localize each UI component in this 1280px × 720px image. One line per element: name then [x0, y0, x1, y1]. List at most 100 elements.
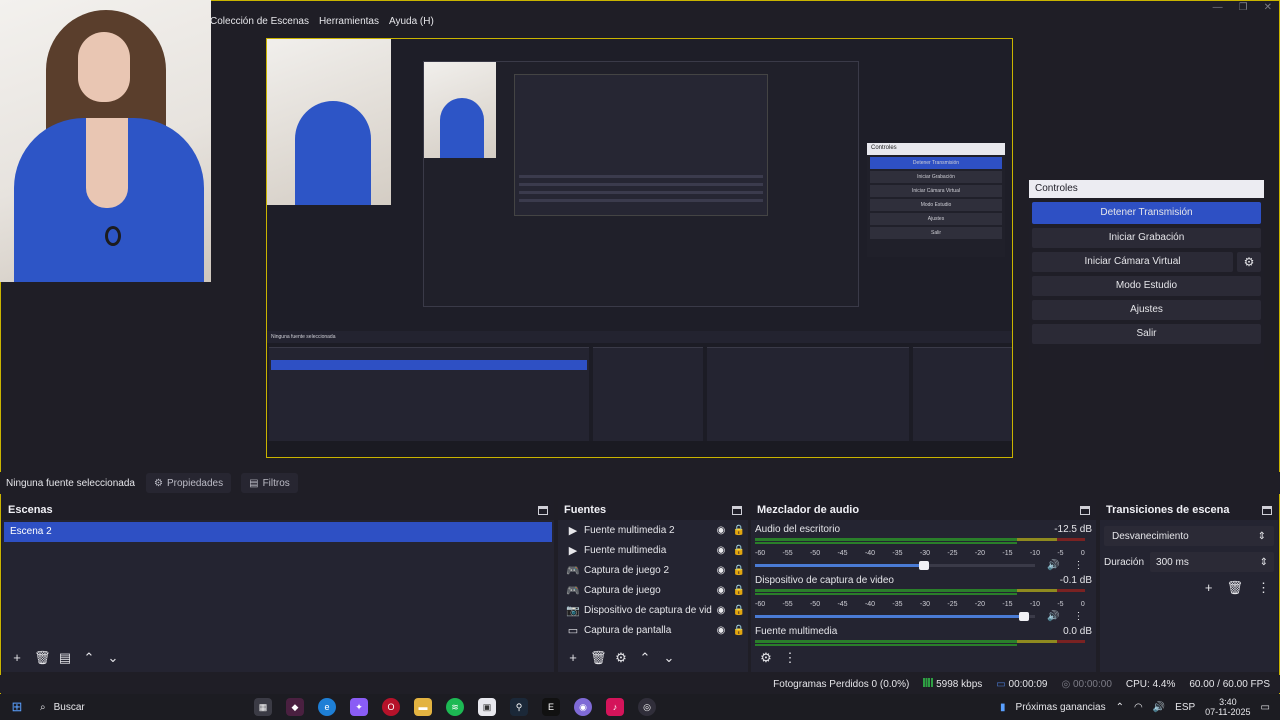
folder-icon[interactable]: ▬ [414, 698, 432, 716]
chevron-up-icon[interactable]: ⌃ [1116, 702, 1124, 713]
app-icon[interactable]: ◆ [286, 698, 304, 716]
transition-select[interactable]: Desvanecimiento ⇕ [1104, 526, 1274, 546]
obs-icon[interactable]: ◎ [638, 698, 656, 716]
source-item[interactable]: 🎮 Captura de juego ◉ 🔒 [558, 580, 748, 600]
eye-icon[interactable]: ◉ [712, 585, 730, 596]
lock-icon[interactable]: 🔒 [730, 605, 748, 616]
kebab-icon[interactable]: ⋮ [1073, 560, 1083, 571]
copilot-icon[interactable]: ✦ [350, 698, 368, 716]
chevron-down-icon[interactable]: ⌄ [662, 651, 676, 665]
source-item[interactable]: ▶ Fuente multimedia 2 ◉ 🔒 [558, 520, 748, 540]
start-recording-button[interactable]: Iniciar Grabación [1032, 228, 1261, 248]
channel-db: -0.1 dB [1059, 575, 1092, 586]
gear-icon[interactable]: ⚙ [1237, 252, 1261, 272]
lang-indicator[interactable]: ESP [1175, 702, 1195, 713]
speaker-icon[interactable]: 🔊 [1047, 611, 1059, 622]
undock-icon[interactable] [538, 505, 548, 515]
trash-icon[interactable]: 🗑 [34, 651, 51, 665]
stop-stream-button[interactable]: Detener Transmisión [1032, 202, 1261, 224]
kebab-icon[interactable]: ⋮ [1257, 580, 1270, 596]
eye-icon[interactable]: ◉ [712, 605, 730, 616]
fader-thumb[interactable] [1019, 611, 1030, 621]
windows-start-icon[interactable]: ⊞ [0, 699, 34, 715]
preview-canvas[interactable]: Controles Detener Transmisión Iniciar Gr… [266, 38, 1013, 458]
channel-db: -12.5 dB [1054, 524, 1092, 535]
eye-icon[interactable]: ◉ [712, 565, 730, 576]
eye-icon[interactable]: ◉ [712, 625, 730, 636]
notification-icon[interactable]: ▭ [1261, 702, 1270, 713]
undock-icon[interactable] [1262, 505, 1272, 515]
monitor-icon: ▭ [567, 624, 579, 637]
properties-button[interactable]: ⚙ Propiedades [146, 473, 232, 493]
steam-icon[interactable]: ⚲ [510, 698, 528, 716]
properties-label: Propiedades [166, 477, 224, 489]
trash-icon[interactable]: 🗑 [590, 651, 607, 665]
source-item[interactable]: 🎮 Captura de juego 2 ◉ 🔒 [558, 560, 748, 580]
close-icon[interactable]: ✕ [1264, 2, 1272, 13]
trash-icon[interactable]: 🗑 [1226, 580, 1243, 596]
stepper-icon[interactable]: ⇕ [1260, 557, 1268, 568]
maximize-icon[interactable]: ❐ [1239, 2, 1248, 13]
kebab-icon[interactable]: ⋮ [1073, 611, 1083, 622]
lock-icon[interactable]: 🔒 [730, 585, 748, 596]
lock-icon[interactable]: 🔒 [730, 525, 748, 536]
wifi-icon[interactable]: ◠ [1134, 702, 1143, 713]
lock-icon[interactable]: 🔒 [730, 565, 748, 576]
source-toolbar: Ninguna fuente seleccionada ⚙ Propiedade… [0, 472, 1280, 494]
add-icon[interactable]: + [1205, 580, 1213, 596]
eye-icon[interactable]: ◉ [712, 545, 730, 556]
minimize-icon[interactable]: — [1213, 2, 1223, 13]
volume-fader[interactable]: 🔊 ⋮ [755, 559, 1092, 571]
settings-button[interactable]: Ajustes [1032, 300, 1261, 320]
sources-list: ▶ Fuente multimedia 2 ◉ 🔒 ▶ Fuente multimedia… [558, 520, 748, 640]
filters-button[interactable]: ▤ Filtros [241, 473, 298, 493]
filter-icon[interactable]: ▤ [58, 651, 72, 665]
chevron-up-icon[interactable]: ⌃ [82, 651, 96, 665]
discord-icon[interactable]: ◉ [574, 698, 592, 716]
edge-icon[interactable]: e [318, 698, 336, 716]
spotify-icon[interactable]: ≋ [446, 698, 464, 716]
exit-button[interactable]: Salir [1032, 324, 1261, 344]
kebab-icon[interactable]: ⋮ [783, 651, 797, 665]
scene-item[interactable]: Escena 2 [4, 522, 552, 542]
volume-fader[interactable]: 🔊 ⋮ [755, 610, 1092, 622]
advanced-audio-icon[interactable]: ⚙ [759, 651, 773, 665]
add-icon[interactable]: + [566, 651, 580, 665]
clock[interactable]: 3:40 07-11-2025 [1205, 697, 1250, 717]
nested-webcam-2 [424, 62, 496, 158]
task-view-icon[interactable]: ▦ [254, 698, 272, 716]
store-icon[interactable]: ▣ [478, 698, 496, 716]
sources-title: Fuentes [564, 504, 607, 516]
menu-tools[interactable]: Herramientas [319, 16, 379, 32]
duration-input[interactable]: 300 ms ⇕ [1150, 552, 1274, 572]
menu-help[interactable]: Ayuda (H) [389, 16, 434, 32]
gear-icon[interactable]: ⚙ [614, 651, 628, 665]
search-label: Buscar [53, 701, 85, 713]
volume-icon[interactable]: 🔊 [1153, 702, 1165, 713]
meter-tick: -50 [809, 601, 821, 608]
add-icon[interactable]: + [10, 651, 24, 665]
menu-scene-collection[interactable]: Colección de Escenas [210, 16, 309, 32]
source-item[interactable]: ▭ Captura de pantalla ◉ 🔒 [558, 620, 748, 640]
undock-icon[interactable] [1080, 505, 1090, 515]
start-virtual-cam-button[interactable]: Iniciar Cámara Virtual [1032, 252, 1233, 272]
epic-games-icon[interactable]: E [542, 698, 560, 716]
eye-icon[interactable]: ◉ [712, 525, 730, 536]
source-item[interactable]: 📷 Dispositivo de captura de video ◉ 🔒 [558, 600, 748, 620]
chevron-down-icon[interactable]: ⌄ [106, 651, 120, 665]
chevron-up-icon[interactable]: ⌃ [638, 651, 652, 665]
source-item[interactable]: ▶ Fuente multimedia ◉ 🔒 [558, 540, 748, 560]
lock-icon[interactable]: 🔒 [730, 545, 748, 556]
news-label[interactable]: Próximas ganancias [1016, 702, 1106, 713]
opera-icon[interactable]: O [382, 698, 400, 716]
lock-icon[interactable]: 🔒 [730, 625, 748, 636]
meter-tick: -10 [1029, 601, 1040, 608]
tiktok-icon[interactable]: ♪ [606, 698, 624, 716]
news-icon[interactable]: ▮ [1000, 702, 1006, 713]
undock-icon[interactable] [732, 505, 742, 515]
taskbar-search[interactable]: ⌕ Buscar [34, 702, 224, 713]
meter-tick: 0 [1080, 601, 1085, 608]
speaker-icon[interactable]: 🔊 [1047, 560, 1059, 571]
studio-mode-button[interactable]: Modo Estudio [1032, 276, 1261, 296]
fader-thumb[interactable] [918, 560, 929, 570]
